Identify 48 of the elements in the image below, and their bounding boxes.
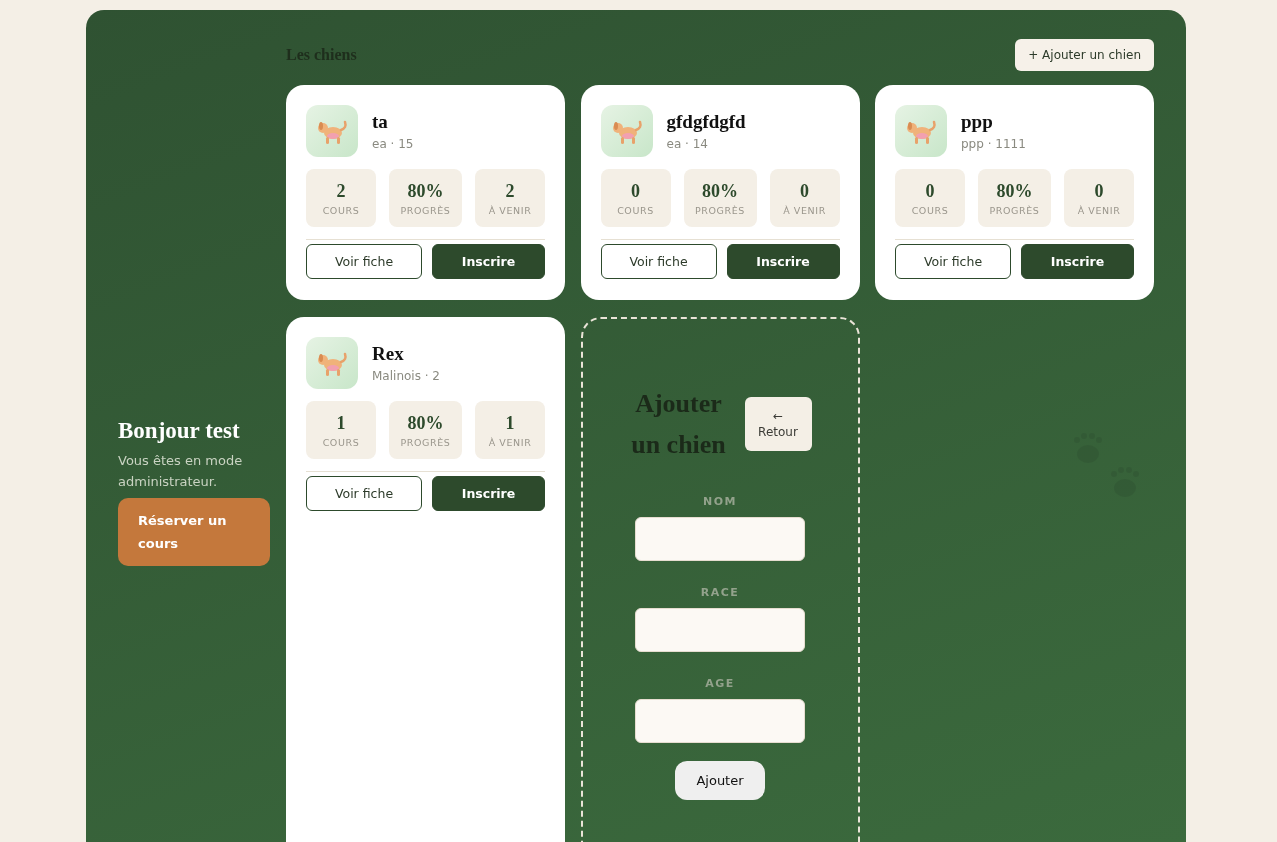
dog-name: gfdgfdgfd bbox=[666, 111, 746, 133]
stat-label: PROGRÈS bbox=[400, 204, 451, 216]
dog-meta: ppp · 1111 bbox=[961, 137, 1026, 151]
enroll-button[interactable]: Inscrire bbox=[726, 244, 840, 279]
stat-label: À VENIR bbox=[488, 204, 532, 216]
enroll-button[interactable]: Inscrire bbox=[432, 244, 545, 279]
stat-value: 0 bbox=[925, 180, 935, 202]
stat-value: 0 bbox=[1094, 180, 1104, 202]
stat-label: COURS bbox=[911, 204, 949, 216]
view-button[interactable]: Voir fiche bbox=[895, 244, 1011, 279]
back-button[interactable]: ← Retour bbox=[744, 397, 812, 451]
submit-button[interactable]: Ajouter bbox=[675, 761, 765, 800]
dog-name: Rex bbox=[372, 343, 405, 365]
field-label: RACE bbox=[700, 586, 740, 599]
stat-label: COURS bbox=[322, 436, 360, 448]
stat-label: PROGRÈS bbox=[989, 204, 1040, 216]
stat-value: 0 bbox=[631, 180, 640, 202]
stat-value: 80% bbox=[702, 180, 738, 202]
stat-value: 1 bbox=[505, 412, 515, 434]
enroll-button[interactable]: Inscrire bbox=[432, 476, 545, 511]
stat-value: 80% bbox=[996, 180, 1033, 202]
dog-meta: Malinois · 2 bbox=[372, 369, 440, 383]
dog-meta: ea · 14 bbox=[666, 137, 709, 151]
stat-value: 80% bbox=[407, 180, 444, 202]
stat-label: À VENIR bbox=[488, 436, 532, 448]
admin-note: Vous êtes en mode administrateur. bbox=[118, 452, 244, 491]
stat-label: PROGRÈS bbox=[400, 436, 451, 448]
stat-label: À VENIR bbox=[783, 204, 826, 216]
enroll-button[interactable]: Inscrire bbox=[1021, 244, 1134, 279]
stat-value: 2 bbox=[336, 180, 346, 202]
stat-value: 80% bbox=[407, 412, 444, 434]
stat-label: COURS bbox=[617, 204, 654, 216]
dog-meta: ea · 15 bbox=[372, 137, 414, 151]
stat-value: 1 bbox=[336, 412, 346, 434]
add-dog-button[interactable]: + Ajouter un chien bbox=[1015, 39, 1154, 71]
field-label: AGE bbox=[705, 677, 735, 690]
stat-label: À VENIR bbox=[1077, 204, 1121, 216]
view-button[interactable]: Voir fiche bbox=[600, 244, 717, 279]
field-label: NOM bbox=[703, 495, 737, 508]
dog-name: ppp bbox=[961, 111, 994, 133]
stat-value: 2 bbox=[505, 180, 515, 202]
view-button[interactable]: Voir fiche bbox=[306, 476, 422, 511]
stat-label: PROGRÈS bbox=[695, 204, 745, 216]
view-button[interactable]: Voir fiche bbox=[306, 244, 422, 279]
greeting: Bonjour test bbox=[118, 418, 241, 444]
stat-value: 0 bbox=[800, 180, 809, 202]
dog-name: ta bbox=[372, 111, 389, 133]
stat-label: COURS bbox=[322, 204, 360, 216]
